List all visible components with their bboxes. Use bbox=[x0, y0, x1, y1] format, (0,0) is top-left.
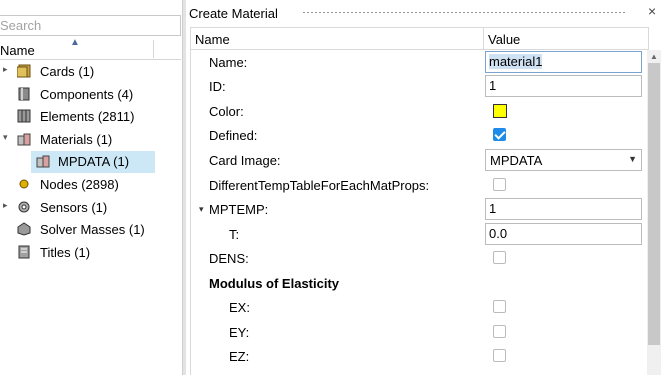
row-label: Color: bbox=[209, 104, 244, 119]
vertical-scrollbar[interactable]: ▲ bbox=[647, 50, 661, 375]
tree-item-label: Titles (1) bbox=[40, 245, 91, 260]
name-field[interactable]: material1 bbox=[485, 51, 642, 73]
tree-item-mpdata[interactable]: MPDATA (1) bbox=[0, 151, 181, 173]
titles-icon bbox=[18, 245, 30, 259]
row-diff-temp: DifferentTempTableForEachMatProps: bbox=[191, 173, 648, 197]
dens-checkbox[interactable] bbox=[493, 251, 506, 264]
section-heading: Modulus of Elasticity bbox=[209, 276, 340, 291]
tree-item-label: MPDATA (1) bbox=[58, 154, 130, 169]
row-id: ID: 1 bbox=[191, 74, 648, 98]
elements-icon bbox=[17, 109, 31, 123]
tree-item-label: Nodes (2898) bbox=[40, 177, 119, 192]
panel-title: Create Material bbox=[189, 6, 278, 21]
row-label: DENS: bbox=[209, 251, 249, 266]
cards-icon bbox=[17, 64, 31, 78]
material-item-icon bbox=[36, 155, 50, 168]
sort-ascending-icon: ▲ bbox=[70, 37, 80, 48]
sensors-icon bbox=[18, 201, 30, 213]
row-modulus-heading: Modulus of Elasticity bbox=[191, 271, 648, 295]
tree-item-components[interactable]: Components (4) bbox=[0, 84, 181, 106]
row-color: Color: bbox=[191, 99, 648, 123]
row-label: EZ: bbox=[229, 349, 250, 364]
color-swatch[interactable] bbox=[493, 104, 507, 118]
tree-item-nodes[interactable]: Nodes (2898) bbox=[0, 174, 181, 196]
mptemp-field[interactable]: 1 bbox=[485, 198, 642, 220]
solver-masses-icon bbox=[17, 222, 31, 236]
expand-icon[interactable]: ▸ bbox=[3, 64, 13, 75]
row-label: EX: bbox=[229, 300, 250, 315]
search-placeholder: Search bbox=[0, 18, 42, 33]
id-field[interactable]: 1 bbox=[485, 75, 642, 97]
ex-checkbox[interactable] bbox=[493, 300, 506, 313]
row-label: Name: bbox=[209, 55, 248, 70]
row-card-image: Card Image: MPDATA ▼ bbox=[191, 148, 648, 172]
property-table: Name Value Name: material1 ID: 1 Color: … bbox=[190, 27, 649, 375]
diff-temp-checkbox[interactable] bbox=[493, 178, 506, 191]
drag-handle[interactable] bbox=[302, 11, 625, 15]
row-ex: EX: bbox=[191, 295, 648, 319]
tree-item-materials[interactable]: ▾ Materials (1) bbox=[0, 129, 181, 151]
create-material-panel: Create Material × Name Value Name: mater… bbox=[186, 0, 665, 375]
row-dens: DENS: bbox=[191, 246, 648, 270]
row-name: Name: material1 bbox=[191, 50, 648, 74]
tree-item-label: Components (4) bbox=[40, 87, 134, 102]
tree-item-titles[interactable]: Titles (1) bbox=[0, 242, 181, 264]
tree-item-label: Cards (1) bbox=[40, 64, 95, 79]
close-icon[interactable]: × bbox=[648, 3, 656, 19]
components-icon bbox=[18, 87, 30, 101]
collapse-icon[interactable]: ▾ bbox=[199, 204, 204, 215]
row-label: T: bbox=[229, 227, 240, 242]
tree-item-label: Elements (2811) bbox=[40, 109, 135, 124]
ez-checkbox[interactable] bbox=[493, 349, 506, 362]
materials-icon bbox=[17, 133, 31, 146]
expand-icon[interactable]: ▸ bbox=[3, 200, 13, 211]
tree-item-sensors[interactable]: ▸ Sensors (1) bbox=[0, 197, 181, 219]
table-header: Name Value bbox=[191, 28, 648, 50]
row-label: EY: bbox=[229, 325, 250, 340]
model-browser: Search Name ▲ ▸ Cards (1) Components (4)… bbox=[0, 0, 182, 375]
collapse-icon[interactable]: ▾ bbox=[3, 132, 13, 143]
row-ez: EZ: bbox=[191, 344, 648, 368]
ey-checkbox[interactable] bbox=[493, 325, 506, 338]
row-mptemp: ▾ MPTEMP: 1 bbox=[191, 197, 648, 221]
tree-item-cards[interactable]: ▸ Cards (1) bbox=[0, 61, 181, 83]
row-label: MPTEMP: bbox=[209, 202, 269, 217]
card-image-select[interactable]: MPDATA ▼ bbox=[485, 149, 642, 171]
tree-item-label: Sensors (1) bbox=[40, 200, 108, 215]
tree-item-label: Solver Masses (1) bbox=[40, 222, 145, 237]
row-label: DifferentTempTableForEachMatProps: bbox=[209, 178, 430, 193]
row-label: ID: bbox=[209, 79, 226, 94]
row-label: Defined: bbox=[209, 128, 258, 143]
tree-item-solver-masses[interactable]: Solver Masses (1) bbox=[0, 219, 181, 241]
t-field[interactable]: 0.0 bbox=[485, 223, 642, 245]
column-header-name[interactable]: Name bbox=[195, 32, 230, 47]
row-ey: EY: bbox=[191, 320, 648, 344]
scrollbar-thumb[interactable] bbox=[648, 63, 660, 345]
defined-checkbox[interactable] bbox=[493, 128, 506, 141]
scroll-up-icon[interactable]: ▲ bbox=[650, 52, 658, 61]
row-t: T: 0.0 bbox=[191, 222, 648, 246]
tree-column-header[interactable]: Name ▲ bbox=[0, 37, 181, 60]
nodes-icon bbox=[19, 179, 29, 189]
tree-item-label: Materials (1) bbox=[40, 132, 113, 147]
column-header-value[interactable]: Value bbox=[488, 32, 520, 47]
chevron-down-icon: ▼ bbox=[628, 154, 637, 164]
column-name-label: Name bbox=[0, 43, 35, 58]
row-defined: Defined: bbox=[191, 123, 648, 147]
search-input[interactable]: Search bbox=[0, 15, 181, 36]
tree-item-elements[interactable]: Elements (2811) bbox=[0, 106, 181, 128]
row-label: Card Image: bbox=[209, 153, 281, 168]
